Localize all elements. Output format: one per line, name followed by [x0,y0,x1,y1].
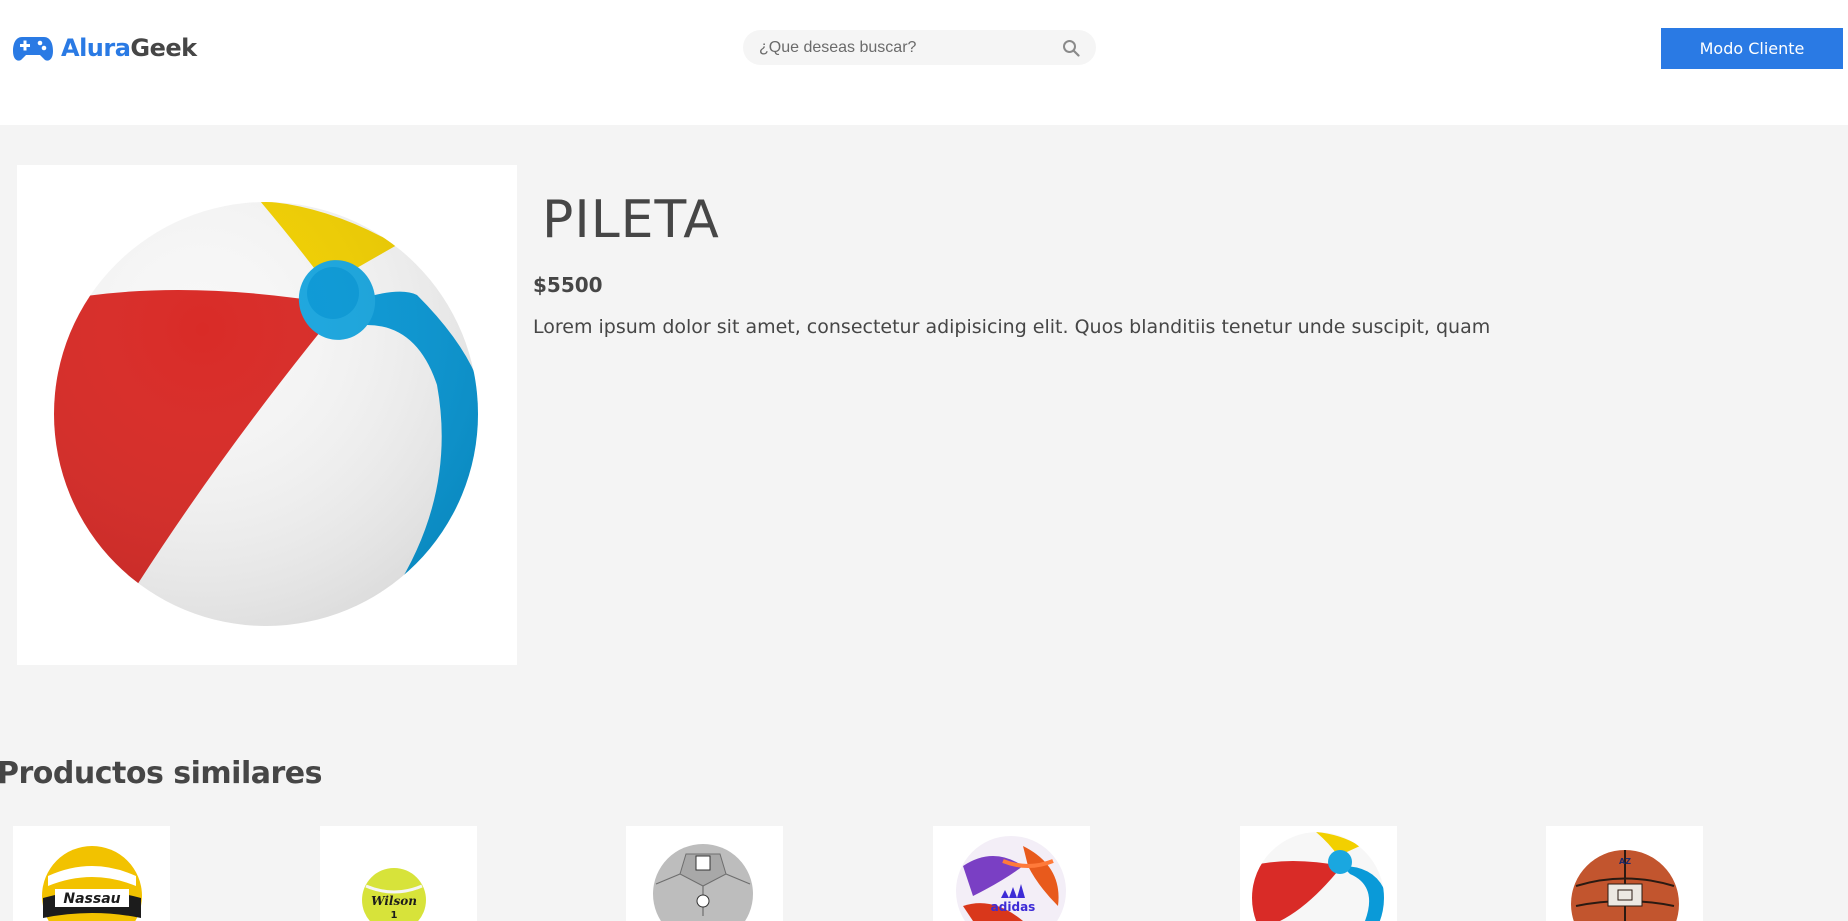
brand-logo-text: adidas [991,900,1036,914]
product-card[interactable]: Nassau [13,826,170,921]
beach-ball-thumb-image [1252,832,1384,921]
product-image [17,165,517,665]
brand-logo[interactable]: AluraGeek [13,33,197,63]
search-bar [743,30,1096,65]
product-card[interactable] [626,826,783,921]
beach-ball-image [54,202,478,626]
soccer-ball-adidas-image: adidas [956,836,1066,921]
gamepad-icon [13,37,53,61]
product-price: $5500 [533,273,603,297]
product-card[interactable]: Wilson 1 [320,826,477,921]
product-card[interactable]: adidas [933,826,1090,921]
brand-logo-text: Nassau [63,891,120,907]
basketball-image: AZ [1571,850,1679,921]
site-header: AluraGeek Modo Cliente [0,0,1848,125]
tennis-ball-image: Wilson 1 [362,868,426,921]
volleyball-image: Nassau [42,846,142,921]
svg-text:AZ: AZ [1619,857,1631,866]
brand-name: AluraGeek [61,34,197,62]
brand-logo-text: Wilson [371,894,417,908]
client-mode-button[interactable]: Modo Cliente [1661,28,1843,69]
search-icon[interactable] [1062,39,1080,57]
product-title: PILETA [542,190,720,250]
product-card[interactable]: AZ [1546,826,1703,921]
product-card[interactable] [1240,826,1397,921]
section-title: Productos similares [0,756,322,791]
search-input[interactable] [759,38,1056,57]
soccer-ball-grey-image [653,844,753,921]
product-description: Lorem ipsum dolor sit amet, consectetur … [533,316,1491,338]
svg-text:1: 1 [391,910,398,921]
